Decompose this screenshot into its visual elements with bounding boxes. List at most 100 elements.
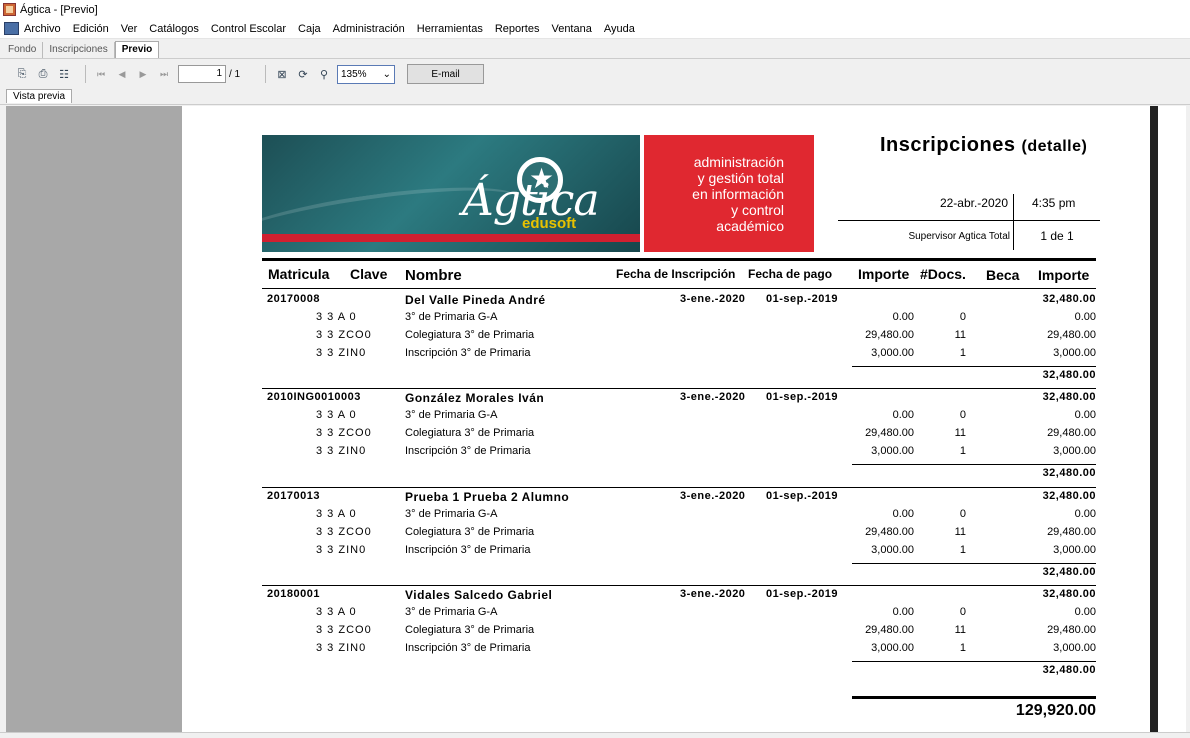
concept-importe-total: 3,000.00 xyxy=(1053,347,1096,359)
concept-docs: 11 xyxy=(954,329,966,341)
concept-clave: 3 3 ZIN0 xyxy=(316,544,367,556)
page-edge xyxy=(1150,106,1158,732)
concept-importe: 0.00 xyxy=(892,606,914,618)
student-matricula: 20180001 xyxy=(267,588,320,600)
menu-catalogos[interactable]: Catálogos xyxy=(149,23,207,35)
concept-importe: 3,000.00 xyxy=(871,642,914,654)
concept-docs: 1 xyxy=(959,445,966,457)
concept-importe: 3,000.00 xyxy=(871,445,914,457)
concept-row: 3 3 ZCO0 Colegiatura 3° de Primaria 29,480… xyxy=(262,329,1102,347)
menu-reportes[interactable]: Reportes xyxy=(495,23,548,35)
chevron-down-icon: ⌄ xyxy=(382,68,391,80)
close-icon[interactable]: ⊠ xyxy=(274,66,290,82)
first-page-icon[interactable]: ⏮ xyxy=(94,66,108,82)
tab-vista-previa[interactable]: Vista previa xyxy=(6,89,73,103)
viewport-margin xyxy=(1158,106,1186,732)
concept-importe-total: 29,480.00 xyxy=(1047,329,1096,341)
concept-docs: 0 xyxy=(959,311,966,323)
concept-importe-total: 29,480.00 xyxy=(1047,526,1096,538)
subtotal-row: 32,480.00 xyxy=(262,369,1102,387)
concept-clave: 3 3 ZCO0 xyxy=(316,329,372,341)
concept-importe-total: 0.00 xyxy=(1074,311,1096,323)
menu-caja[interactable]: Caja xyxy=(298,23,329,35)
find-icon[interactable]: ⚲ xyxy=(316,66,332,82)
grand-total: 129,920.00 xyxy=(1015,702,1096,719)
student-name: Vidales Salcedo Gabriel xyxy=(405,588,553,602)
menu-ver[interactable]: Ver xyxy=(121,23,146,35)
report-page: Ágtica edusoft administración y gestión … xyxy=(182,106,1150,732)
zoom-value: 135% xyxy=(341,68,367,80)
concept-importe-total: 3,000.00 xyxy=(1053,544,1096,556)
app-icon xyxy=(3,3,16,16)
report-title: Inscripciones (detalle) xyxy=(880,134,1088,156)
export-icon[interactable]: ⎘ xyxy=(14,66,30,82)
report-page-number: 1 de 1 xyxy=(1040,229,1074,243)
concept-docs: 11 xyxy=(954,427,966,439)
last-page-icon[interactable]: ⏭ xyxy=(157,66,171,82)
concept-importe: 29,480.00 xyxy=(865,624,914,636)
concept-importe-total: 0.00 xyxy=(1074,409,1096,421)
concept-clave: 3 3 ZCO0 xyxy=(316,526,372,538)
tree-icon[interactable]: ☷ xyxy=(56,66,72,82)
tab-previo[interactable]: Previo xyxy=(114,41,160,58)
prev-page-icon[interactable]: ◀ xyxy=(115,66,129,82)
subtotal-rule xyxy=(852,563,1096,564)
menu-ventana[interactable]: Ventana xyxy=(551,23,599,35)
tab-fondo[interactable]: Fondo xyxy=(2,42,44,58)
concept-importe: 3,000.00 xyxy=(871,544,914,556)
menu-edicion[interactable]: Edición xyxy=(73,23,117,35)
next-page-icon[interactable]: ▶ xyxy=(136,66,150,82)
concept-clave: 3 3 A 0 xyxy=(316,311,357,323)
student-total: 32,480.00 xyxy=(1042,293,1096,305)
logo-stripe xyxy=(262,234,640,242)
concept-name: Inscripción 3° de Primaria xyxy=(405,347,531,359)
student-fecha-pago: 01-sep.-2019 xyxy=(766,391,839,403)
columns-bottom-rule xyxy=(262,288,1096,289)
document-tabs: Fondo Inscripciones Previo xyxy=(0,39,1190,59)
student-name: Del Valle Pineda André xyxy=(405,293,546,307)
concept-importe: 29,480.00 xyxy=(865,526,914,538)
print-icon[interactable]: ⎙ xyxy=(35,66,51,82)
concept-importe: 0.00 xyxy=(892,311,914,323)
menu-herramientas[interactable]: Herramientas xyxy=(417,23,491,35)
student-matricula: 2010ING0010003 xyxy=(267,391,361,403)
student-total: 32,480.00 xyxy=(1042,588,1096,600)
page-number-input[interactable]: 1 xyxy=(178,65,226,83)
concept-docs: 11 xyxy=(954,624,966,636)
student-row: 20170008 Del Valle Pineda André 3-ene.-202… xyxy=(262,293,1102,311)
subtotal-rule xyxy=(852,366,1096,367)
refresh-icon[interactable]: ⟳ xyxy=(295,66,311,82)
student-fecha-pago: 01-sep.-2019 xyxy=(766,293,839,305)
student-row: 20170013 Prueba 1 Prueba 2 Alumno 3-ene.-2… xyxy=(262,490,1102,508)
subtotal-row: 32,480.00 xyxy=(262,566,1102,584)
zoom-select[interactable]: 135% ⌄ xyxy=(337,64,395,84)
menu-control-escolar[interactable]: Control Escolar xyxy=(211,23,294,35)
concept-name: 3° de Primaria G-A xyxy=(405,311,498,323)
concept-row: 3 3 ZIN0 Inscripción 3° de Primaria 3,000.… xyxy=(262,642,1102,660)
concept-row: 3 3 ZCO0 Colegiatura 3° de Primaria 29,480… xyxy=(262,624,1102,642)
concept-importe-total: 3,000.00 xyxy=(1053,642,1096,654)
student-fecha-pago: 01-sep.-2019 xyxy=(766,588,839,600)
group-subtotal: 32,480.00 xyxy=(1042,566,1096,578)
window-title: Ágtica - [Previo] xyxy=(20,3,98,16)
preview-viewport[interactable]: Ágtica edusoft administración y gestión … xyxy=(6,106,1186,732)
concept-name: Colegiatura 3° de Primaria xyxy=(405,526,535,538)
email-button[interactable]: E-mail xyxy=(407,64,484,84)
mdi-window-icon[interactable] xyxy=(4,22,19,35)
subtotal-rule xyxy=(852,661,1096,662)
concept-name: Inscripción 3° de Primaria xyxy=(405,445,531,457)
student-name: González Morales Iván xyxy=(405,391,545,405)
concept-row: 3 3 ZIN0 Inscripción 3° de Primaria 3,000.… xyxy=(262,544,1102,562)
preview-toolbar: ⎘ ⎙ ☷ ⏮ ◀ ▶ ⏭ 1 / 1 ⊠ ⟳ ⚲ 135% ⌄ E-mail xyxy=(0,60,1190,88)
menu-archivo[interactable]: Archivo xyxy=(24,23,69,35)
menu-ayuda[interactable]: Ayuda xyxy=(604,23,643,35)
menu-administracion[interactable]: Administración xyxy=(333,23,413,35)
col-importe-total: Importe xyxy=(1038,267,1090,283)
subtotal-row: 32,480.00 xyxy=(262,664,1102,682)
student-name: Prueba 1 Prueba 2 Alumno xyxy=(405,490,570,504)
tab-inscripciones[interactable]: Inscripciones xyxy=(43,42,115,58)
tagline-line: y control xyxy=(731,201,784,218)
student-row: 20180001 Vidales Salcedo Gabriel 3-ene.-20… xyxy=(262,588,1102,606)
concept-clave: 3 3 A 0 xyxy=(316,508,357,520)
concept-docs: 1 xyxy=(959,544,966,556)
